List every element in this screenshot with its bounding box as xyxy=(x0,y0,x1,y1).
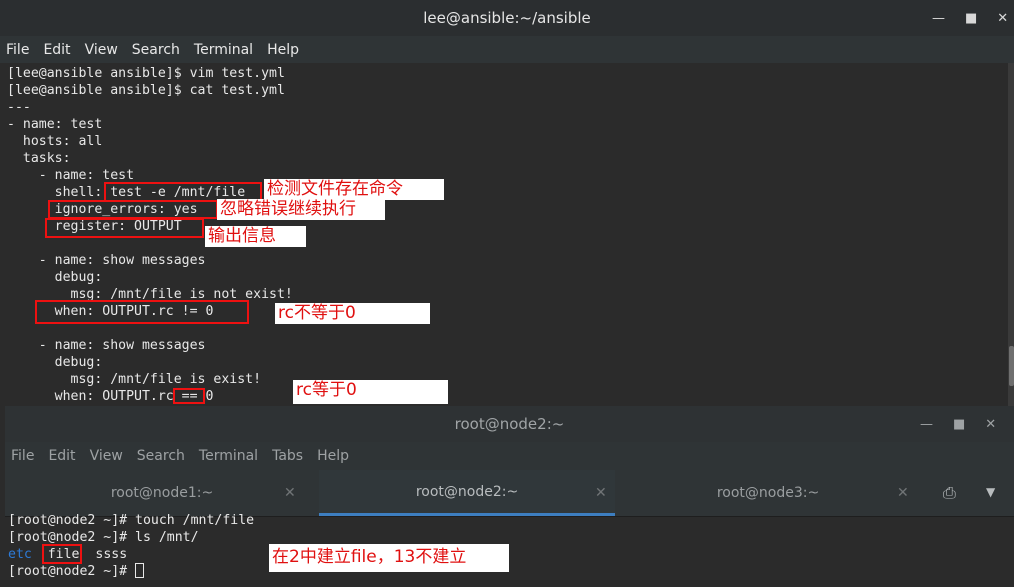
menu-search[interactable]: Search xyxy=(131,448,193,464)
highlight-file xyxy=(42,544,82,564)
menu-terminal[interactable]: Terminal xyxy=(193,448,266,464)
annotation-node2-note: 在2中建立file，13不建立 xyxy=(269,544,509,572)
terminal-line: [lee@ansible ansible]$ vim test.yml xyxy=(7,66,285,81)
annotation-rc-not-zero: rc不等于0 xyxy=(275,303,430,324)
menu-help[interactable]: Help xyxy=(311,448,357,464)
menu-view[interactable]: View xyxy=(84,448,131,464)
new-tab-icon[interactable]: ⎙ xyxy=(943,483,956,503)
menu-tabs[interactable]: Tabs xyxy=(266,448,311,464)
terminal-line: [root@node2 ~]# touch /mnt/file xyxy=(8,513,255,528)
terminal-line: [root@node2 ~]# ls /mnt/ xyxy=(8,530,199,545)
terminal-line: [lee@ansible ansible]$ cat test.yml xyxy=(7,83,285,98)
annotation-rc-zero: rc等于0 xyxy=(293,380,448,404)
menu-help[interactable]: Help xyxy=(261,42,307,58)
scrollbar-thumb[interactable] xyxy=(1009,346,1014,386)
menu-edit[interactable]: Edit xyxy=(37,42,78,58)
chevron-down-icon[interactable]: ▼ xyxy=(986,485,995,499)
terminal-line: debug: xyxy=(7,355,103,370)
terminal-line: --- xyxy=(7,100,31,115)
menu-file[interactable]: File xyxy=(0,42,37,58)
terminal-line: tasks: xyxy=(7,151,71,166)
terminal-line: msg: /mnt/file is exist! xyxy=(7,372,262,387)
prompt: [root@node2 ~]# xyxy=(8,564,136,579)
terminal-line: - name: test xyxy=(7,117,103,132)
minimize-icon[interactable]: — xyxy=(920,417,933,432)
tab-node2[interactable]: root@node2:~ ✕ xyxy=(319,470,615,516)
terminal-line: - name: show messages xyxy=(7,253,206,268)
close-icon[interactable]: ✕ xyxy=(595,485,607,501)
annotation-output-info: 输出信息 xyxy=(205,226,306,247)
minimize-icon[interactable]: — xyxy=(932,11,945,26)
terminal-line: hosts: all xyxy=(7,134,103,149)
menu-file[interactable]: File xyxy=(5,448,42,464)
text-cursor xyxy=(135,563,145,578)
tab-bar: root@node1:~ ✕ root@node2:~ ✕ root@node3… xyxy=(5,470,1014,517)
terminal-line: - name: show messages xyxy=(7,338,206,353)
menu-edit[interactable]: Edit xyxy=(42,448,83,464)
menu-search[interactable]: Search xyxy=(126,42,188,58)
tab-node1[interactable]: root@node1:~ ✕ xyxy=(5,470,319,516)
terminal-line: debug: xyxy=(7,270,103,285)
tab-label: root@node3:~ xyxy=(716,485,820,501)
tab-label: root@node1:~ xyxy=(110,485,214,501)
terminal-prompt-line[interactable]: [root@node2 ~]# xyxy=(8,563,145,580)
window-title-bar[interactable]: root@node2:~ xyxy=(5,406,1014,442)
close-icon[interactable]: ✕ xyxy=(985,417,996,432)
dir-etc: etc xyxy=(8,547,32,562)
highlight-register xyxy=(45,218,204,238)
annotation-ignore-errors: 忽略错误继续执行 xyxy=(217,199,385,220)
maximize-icon[interactable]: ■ xyxy=(965,11,977,26)
highlight-when-not-zero xyxy=(35,300,249,324)
highlight-equals xyxy=(173,388,205,404)
close-icon[interactable]: ✕ xyxy=(897,485,909,501)
menu-bar: File Edit View Search Terminal Help xyxy=(0,36,1014,63)
tab-label: root@node2:~ xyxy=(415,483,519,500)
file-ssss: ssss xyxy=(95,547,128,562)
menu-view[interactable]: View xyxy=(79,42,126,58)
window-title-bar[interactable]: lee@ansible:~/ansible xyxy=(0,0,1014,36)
window-title: root@node2:~ xyxy=(454,415,565,433)
close-icon[interactable]: ✕ xyxy=(997,11,1008,26)
window-title: lee@ansible:~/ansible xyxy=(423,9,591,27)
menu-bar: File Edit View Search Terminal Tabs Help xyxy=(5,442,1014,470)
menu-terminal[interactable]: Terminal xyxy=(188,42,261,58)
maximize-icon[interactable]: ■ xyxy=(953,417,965,432)
highlight-ignore-errors xyxy=(48,200,218,219)
annotation-check-file: 检测文件存在命令 xyxy=(264,179,444,200)
terminal-window-node2: root@node2:~ — ■ ✕ File Edit View Search… xyxy=(5,406,1014,587)
terminal-window-ansible: lee@ansible:~/ansible — ■ ✕ File Edit Vi… xyxy=(0,0,1014,406)
close-icon[interactable]: ✕ xyxy=(284,485,296,501)
tab-node3[interactable]: root@node3:~ ✕ xyxy=(615,470,921,516)
